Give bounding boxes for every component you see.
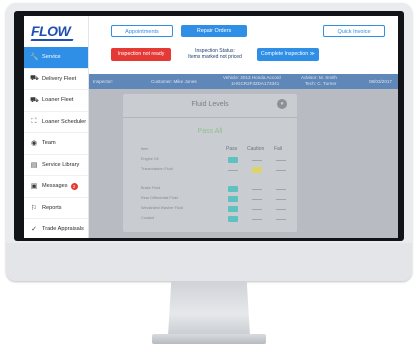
fluid-name: Coolant [141, 216, 155, 220]
app-screen: FLOW 🔧 Service ⛟ Delivery Fleet ⛟ Loaner Flee… [24, 16, 398, 238]
pass-indicator[interactable] [228, 206, 238, 212]
sidebar-item-service[interactable]: 🔧 Service [24, 47, 88, 69]
sidebar-item-team[interactable]: ◉ Team [24, 133, 88, 155]
column-item: Item [141, 147, 149, 151]
sidebar-item-label: Delivery Fleet [42, 75, 77, 82]
table-row: Rear Differential Fluid [123, 195, 297, 203]
pass-indicator[interactable] [228, 157, 238, 163]
sidebar-item-messages[interactable]: ▣ Messages 2 [24, 176, 88, 198]
wrench-icon: 🔧 [30, 54, 39, 62]
caution-empty[interactable] [252, 160, 262, 161]
fail-empty[interactable] [276, 189, 286, 190]
column-pass: Pass [226, 146, 238, 152]
sidebar-item-label: Loaner Scheduler [42, 118, 87, 125]
caution-empty[interactable] [252, 199, 262, 200]
table-header: Item Pass Caution Fail [123, 146, 297, 154]
sidebar-item-trade-appraisals[interactable]: ✓ Trade Appraisals [24, 219, 88, 238]
main-panel: Appointments Repair Orders Quick Invoice… [89, 16, 398, 238]
flag-icon: ⚐ [30, 204, 38, 212]
drop-icon[interactable]: ● [277, 99, 287, 109]
sidebar-item-loaner-fleet[interactable]: ⛟ Loaner Fleet [24, 90, 88, 112]
sidebar-item-label: Loaner Fleet [42, 97, 74, 104]
caution-empty[interactable] [252, 209, 262, 210]
repair-orders-button[interactable]: Repair Orders [181, 25, 247, 37]
column-caution: Caution [247, 146, 265, 152]
car-icon: ⛟ [30, 75, 39, 83]
inspection-not-ready-button[interactable]: Inspection not ready [111, 48, 171, 61]
car-icon: ⛟ [30, 96, 39, 104]
inspection-status-row: Inspection not ready Inspection Status: … [89, 48, 398, 62]
inspection-status-value: Items marked not priced [188, 54, 242, 60]
fluid-name: Engine Oil [141, 157, 159, 161]
sidebar: FLOW 🔧 Service ⛟ Delivery Fleet ⛟ Loaner Flee… [24, 16, 89, 238]
library-icon: ▤ [30, 161, 38, 169]
fluid-name: Brake Fluid [141, 186, 161, 190]
date-info: 08/03/2017 [369, 79, 392, 84]
sidebar-item-loaner-scheduler[interactable]: ⛶ Loaner Scheduler [24, 112, 88, 133]
appointments-button[interactable]: Appointments [111, 25, 173, 37]
sidebar-item-label: Trade Appraisals [42, 226, 84, 233]
sidebar-item-label: Service [42, 54, 61, 61]
sidebar-item-label: Messages [42, 183, 68, 190]
team-icon: ◉ [30, 140, 38, 148]
pass-indicator[interactable] [228, 196, 238, 202]
sidebar-item-delivery-fleet[interactable]: ⛟ Delivery Fleet [24, 69, 88, 90]
monitor-chin [6, 243, 412, 281]
vehicle-info-bar: Inspector: Customer: Mike Jones Vehicle:… [89, 74, 398, 89]
fluid-name: Transmission Fluid [141, 167, 173, 171]
fail-empty[interactable] [276, 209, 286, 210]
advisor-info: Advisor: M. Smith [301, 75, 337, 80]
customer-info: Customer: Mike Jones [151, 79, 197, 84]
scheduler-icon: ⛶ [31, 117, 37, 125]
top-toolbar: Appointments Repair Orders Quick Invoice [89, 25, 398, 37]
table-row: Windshield Washer Fluid [123, 205, 297, 213]
content-overlay: Fluid Levels ● Pass All Item Pass Cautio… [89, 89, 398, 238]
complete-inspection-button[interactable]: Complete Inspection ≫ [257, 48, 319, 61]
fail-empty[interactable] [276, 199, 286, 200]
sidebar-item-label: Team [42, 140, 56, 147]
fail-empty[interactable] [276, 170, 286, 171]
caution-indicator[interactable] [252, 167, 262, 173]
vin-info: 1HGCR2F32DA173341 [231, 81, 280, 86]
pass-empty[interactable] [228, 170, 238, 171]
sidebar-nav: 🔧 Service ⛟ Delivery Fleet ⛟ Loaner Fleet ⛶ Loa… [24, 47, 88, 238]
pass-indicator[interactable] [228, 216, 238, 222]
table-row: Brake Fluid [123, 185, 297, 193]
caution-empty[interactable] [252, 189, 262, 190]
sidebar-item-reports[interactable]: ⚐ Reports [24, 198, 88, 219]
sidebar-item-label: Service Library [42, 161, 80, 168]
divider [123, 117, 297, 118]
inspection-status-text: Inspection Status: Items marked not pric… [181, 48, 249, 60]
vehicle-info: Vehicle: 2013 Honda Accord [223, 75, 281, 80]
pass-indicator[interactable] [228, 186, 238, 192]
monitor-base [152, 334, 266, 344]
card-title: Fluid Levels [191, 101, 229, 108]
tech-info: Tech: C. Turner [305, 81, 337, 86]
table-row: Transmission Fluid [123, 166, 297, 174]
table-row: Coolant [123, 215, 297, 223]
column-fail: Fail [274, 146, 283, 152]
table-row: Engine Oil [123, 156, 297, 164]
fluid-levels-card: Fluid Levels ● Pass All Item Pass Cautio… [123, 94, 297, 232]
messages-icon: ▣ [30, 183, 38, 191]
fluid-name: Windshield Washer Fluid [141, 206, 183, 210]
caution-empty[interactable] [252, 219, 262, 220]
sidebar-item-label: Reports [42, 204, 62, 211]
check-icon: ✓ [31, 226, 37, 234]
sidebar-item-service-library[interactable]: ▤ Service Library [24, 155, 88, 176]
quick-invoice-button[interactable]: Quick Invoice [323, 25, 385, 37]
fail-empty[interactable] [276, 160, 286, 161]
fail-empty[interactable] [276, 219, 286, 220]
logo[interactable]: FLOW [31, 23, 71, 39]
logo-underline [30, 39, 74, 41]
inspector-label: Inspector: [93, 79, 114, 84]
monitor-stand [168, 281, 250, 336]
fluid-name: Rear Differential Fluid [141, 196, 178, 200]
pass-all-label: Pass All [197, 128, 223, 135]
message-count-badge: 2 [70, 182, 78, 190]
